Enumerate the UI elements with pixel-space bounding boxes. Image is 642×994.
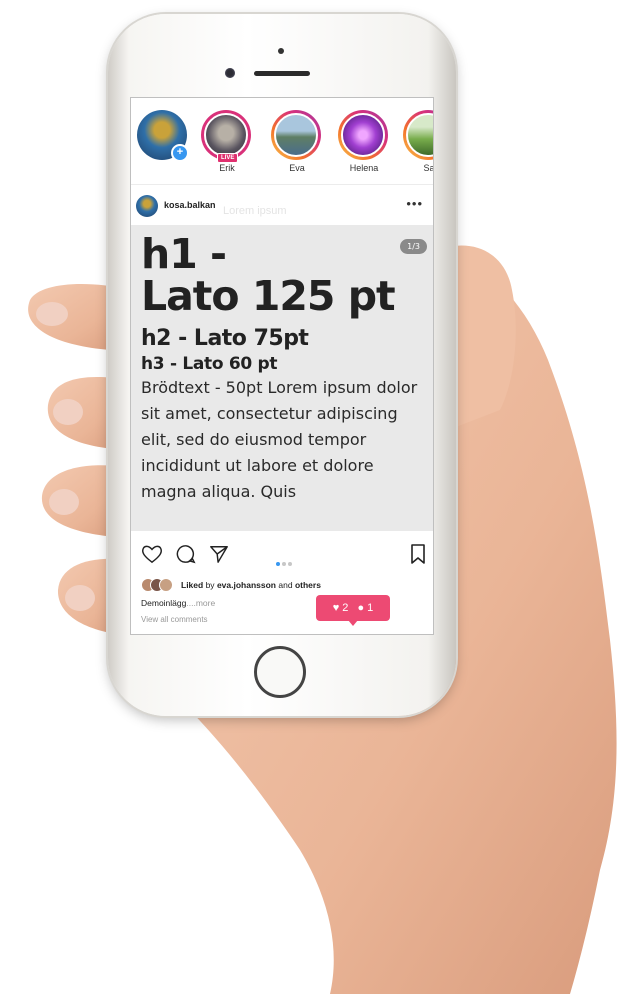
notification-heart-icon: ♥	[332, 602, 340, 614]
story-eva[interactable]: Eva	[271, 110, 323, 173]
avatar	[204, 113, 248, 157]
heading-h1-line2: Lato 125 pt	[141, 272, 396, 320]
post-actions	[131, 538, 433, 571]
pager-dot	[282, 562, 286, 566]
body-text: Brödtext - 50pt Lorem ipsum dolor sit am…	[141, 378, 418, 501]
heading-h2: h2 - Lato 75pt	[141, 326, 309, 351]
heart-icon[interactable]	[141, 544, 163, 564]
notification-likes-count: 2	[342, 602, 349, 614]
bookmark-icon[interactable]	[410, 544, 426, 564]
story-name: Erik	[219, 163, 235, 173]
ghost-text: Lorem ipsum	[223, 205, 287, 217]
post-image[interactable]: 1/3 h1 - Lato 125 pt h2 - Lato 75pt h3 -…	[131, 225, 433, 531]
phone-screen: + LIVE Erik Eva Helena Sa kosa.balkan Lo…	[130, 97, 434, 635]
liked-label: Liked	[181, 580, 204, 590]
story-name: Sa	[423, 163, 434, 173]
heading-h1: h1 - Lato 125 pt	[141, 230, 396, 320]
more-dots-icon[interactable]: •••	[406, 196, 423, 211]
front-camera	[225, 68, 235, 78]
caption-more-link[interactable]: ....more	[186, 598, 215, 608]
heading-h1-line1: h1 -	[141, 230, 227, 278]
liked-others[interactable]: others	[295, 580, 321, 590]
story-name: Eva	[289, 163, 305, 173]
avatar	[159, 578, 173, 592]
avatar[interactable]	[136, 195, 158, 217]
story-sa[interactable]: Sa	[403, 110, 434, 173]
post-username[interactable]: kosa.balkan	[164, 200, 216, 210]
stories-tray: + LIVE Erik Eva Helena Sa	[131, 98, 434, 185]
heading-h3: h3 - Lato 60 pt	[141, 354, 278, 374]
caption-text: Demoinlägg	[141, 598, 187, 608]
carousel-pager	[276, 553, 294, 571]
notification-comments-count: 1	[367, 602, 374, 614]
avatar	[274, 113, 318, 157]
story-helena[interactable]: Helena	[338, 110, 390, 173]
earpiece-speaker	[254, 71, 310, 76]
story-erik[interactable]: LIVE Erik	[201, 110, 253, 173]
post-caption: Demoinlägg....more	[141, 598, 215, 608]
liker-username[interactable]: eva.johansson	[217, 580, 276, 590]
liker-avatars	[141, 578, 173, 592]
liked-by-text: Liked by eva.johansson and others	[181, 580, 321, 590]
home-button[interactable]	[254, 646, 306, 698]
send-icon[interactable]	[209, 544, 229, 564]
avatar	[341, 113, 385, 157]
add-story-icon[interactable]: +	[171, 144, 189, 162]
story-own[interactable]: +	[137, 110, 189, 163]
pager-dot	[276, 562, 280, 566]
slide-counter: 1/3	[400, 239, 427, 254]
proximity-sensor	[278, 48, 284, 54]
story-name: Helena	[349, 163, 379, 173]
post-header: kosa.balkan Lorem ipsum •••	[131, 185, 433, 225]
liked-by-word: by	[205, 580, 215, 590]
comment-icon[interactable]	[176, 544, 196, 564]
pager-dot	[288, 562, 292, 566]
view-comments-link[interactable]: View all comments	[141, 615, 208, 624]
liked-and-word: and	[278, 580, 293, 590]
avatar	[406, 113, 433, 157]
notification-comment-icon: ●	[357, 602, 365, 614]
activity-notification[interactable]: ♥ 2 ● 1	[316, 595, 390, 626]
live-badge: LIVE	[217, 153, 239, 163]
